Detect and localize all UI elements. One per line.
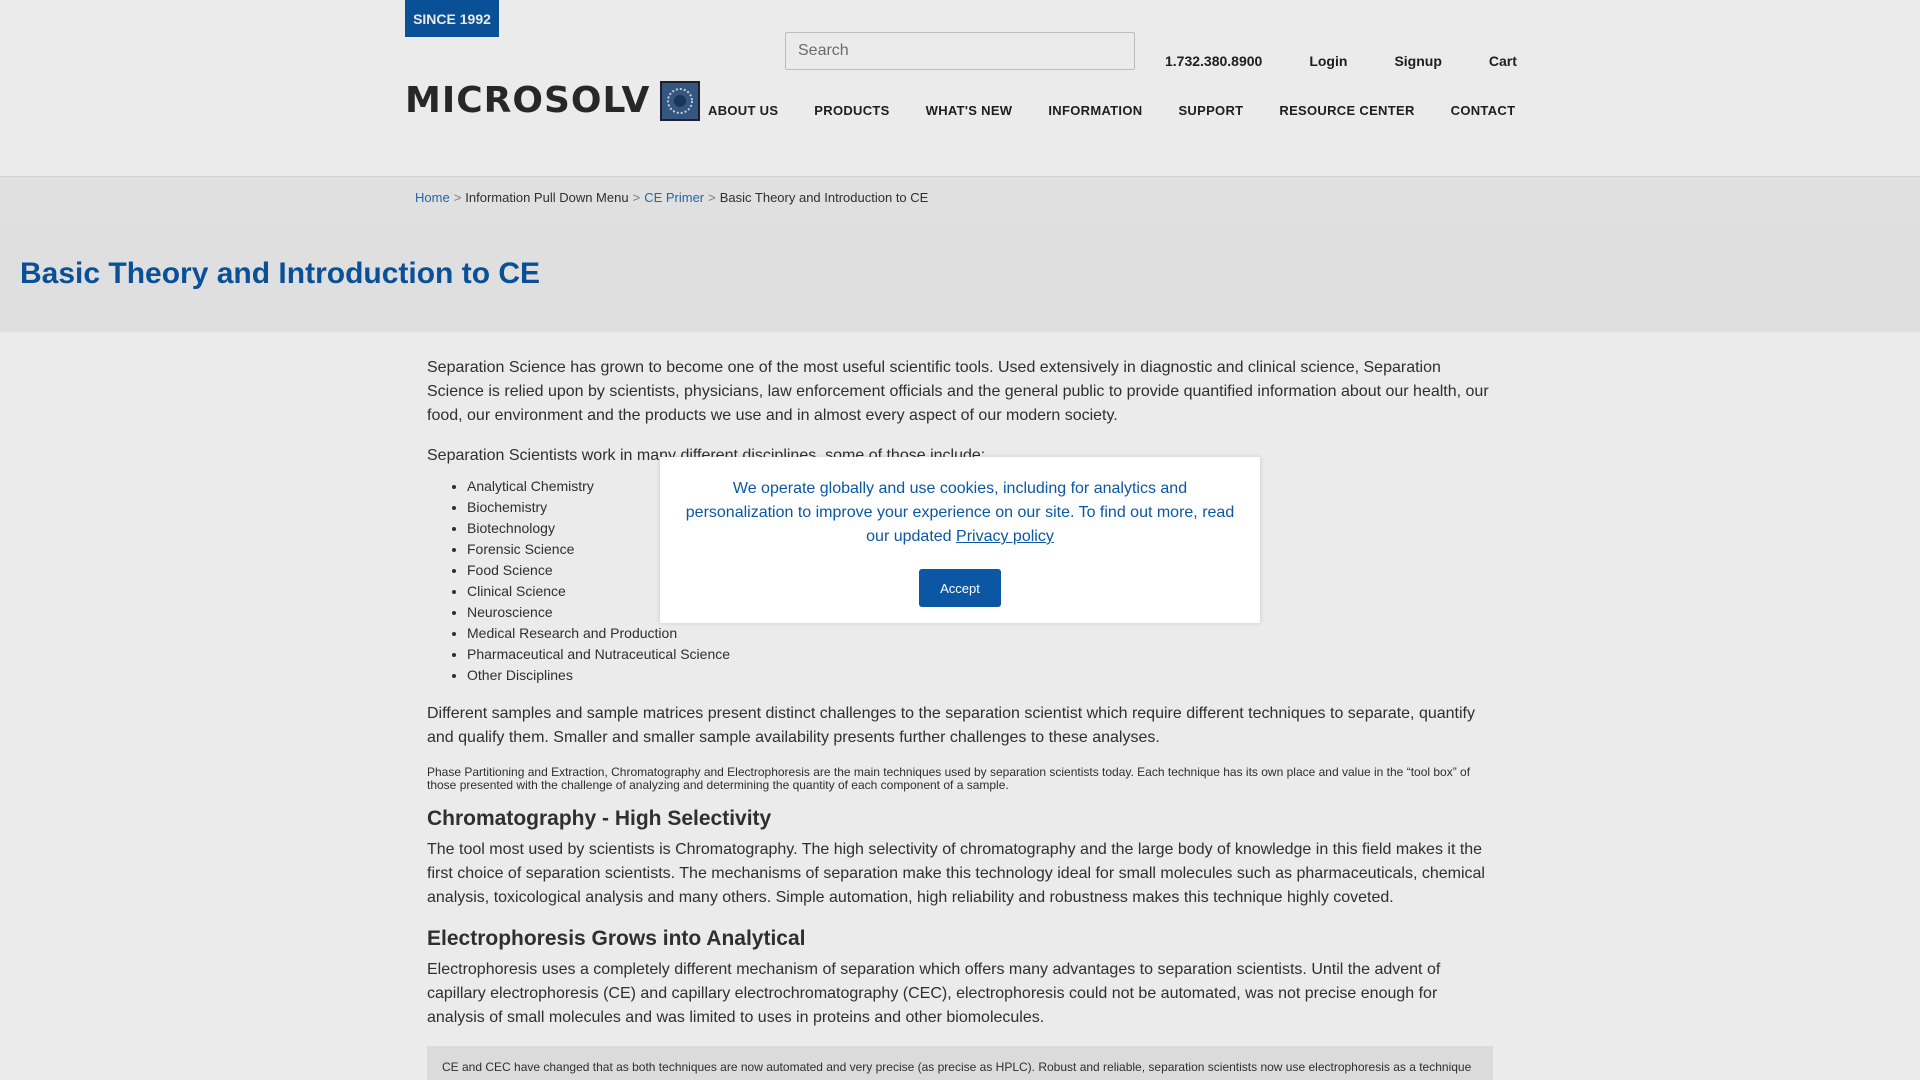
privacy-policy-link[interactable]: Privacy policy [956,528,1054,545]
cookie-dialog: We operate globally and use cookies, inc… [660,457,1260,623]
accept-button[interactable]: Accept [919,569,1001,607]
cookie-message: We operate globally and use cookies, inc… [682,477,1238,549]
